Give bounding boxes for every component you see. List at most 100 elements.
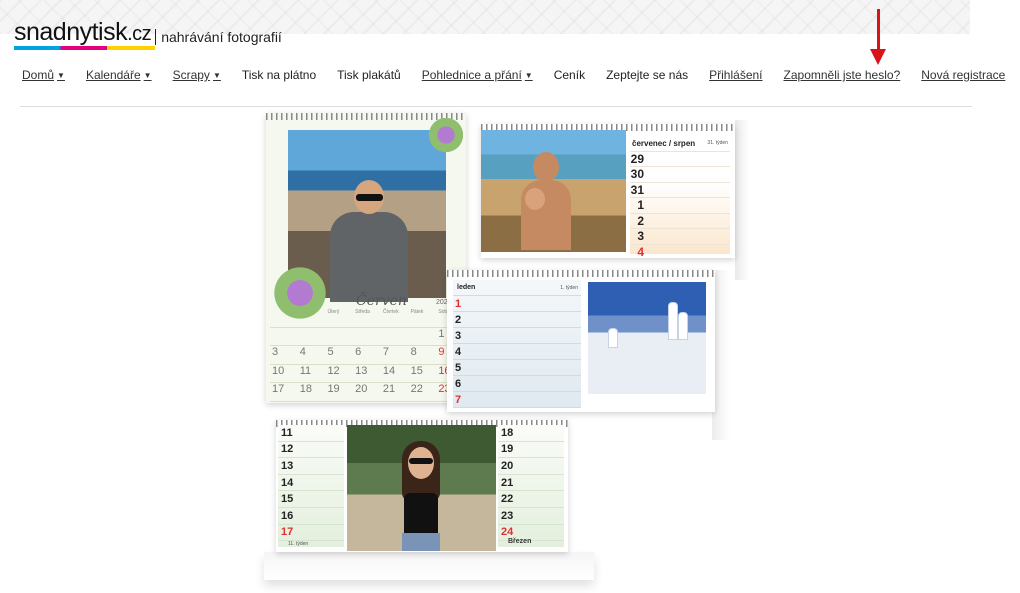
nav-zeptejte-se[interactable]: Zeptejte se nás bbox=[606, 68, 688, 82]
month-title: Červen bbox=[356, 293, 407, 309]
day-cell: 22 bbox=[410, 383, 423, 395]
month-title: Březen bbox=[508, 538, 532, 545]
day-cell: 20 bbox=[355, 383, 368, 395]
chevron-down-icon: ▼ bbox=[212, 71, 221, 80]
day-cell: 13 bbox=[355, 364, 368, 377]
day-number: 19 bbox=[501, 443, 514, 456]
day-cell: 26 bbox=[325, 402, 353, 404]
nav-tisk-na-platno[interactable]: Tisk na plátno bbox=[242, 68, 316, 82]
calendar-stand bbox=[264, 552, 594, 580]
weekday-label bbox=[270, 309, 298, 327]
chevron-down-icon: ▼ bbox=[143, 71, 152, 80]
day-cell bbox=[409, 328, 437, 346]
week-row: 3456789 bbox=[270, 346, 464, 365]
day-cell: 28 bbox=[381, 402, 409, 404]
day-cell: 6 bbox=[355, 346, 362, 358]
nav-cenik[interactable]: Ceník bbox=[554, 68, 585, 82]
calendar-june-image: Červen 20 2 4 Úterý Středa Čtvrtek Pátek S… bbox=[266, 113, 466, 403]
weekday-label: Středa bbox=[355, 309, 370, 315]
day-number: 2 bbox=[637, 213, 644, 228]
main-navigation: Domů ▼ Kalendáře ▼ Scrapy ▼ Tisk na plátno … bbox=[22, 67, 1020, 83]
day-number: 16 bbox=[281, 509, 294, 522]
day-cell bbox=[325, 328, 353, 346]
day-cell bbox=[270, 328, 298, 346]
calendar-march-image: 11 12 13 14 15 16 17 11. týden 18 19 20 … bbox=[276, 420, 568, 552]
day-number: 7 bbox=[455, 393, 462, 406]
nav-domu[interactable]: Domů ▼ bbox=[22, 68, 65, 82]
day-cell: 14 bbox=[382, 364, 396, 377]
day-cell: 3 bbox=[272, 346, 279, 358]
snow-tree-shape bbox=[608, 328, 618, 348]
day-number: 17 bbox=[281, 526, 294, 539]
photo-mother-and-child-by-sea bbox=[481, 130, 626, 252]
day-number: 11 bbox=[281, 426, 293, 439]
day-number: 12 bbox=[281, 443, 294, 456]
day-cell bbox=[381, 328, 409, 346]
nav-nova-registrace[interactable]: Nová registrace bbox=[921, 68, 1005, 82]
week-row: 17 18 19 20 21 22 23 bbox=[270, 383, 464, 402]
day-number: 3 bbox=[455, 329, 462, 342]
month-title: leden bbox=[457, 284, 476, 291]
day-number: 18 bbox=[501, 426, 514, 439]
day-number: 24 bbox=[501, 526, 514, 539]
chevron-down-icon: ▼ bbox=[524, 71, 533, 80]
day-cell: 8 bbox=[410, 346, 417, 358]
weekday-label: Čtvrtek bbox=[382, 309, 399, 315]
day-number: 20 bbox=[501, 459, 514, 472]
day-cell: 10 bbox=[272, 364, 285, 377]
red-arrow-shaft bbox=[877, 9, 880, 51]
week-day-list: červenec / srpen 31. týden 29 30 31 1 2 … bbox=[630, 136, 730, 258]
person-shape bbox=[404, 493, 438, 535]
chevron-down-icon: ▼ bbox=[57, 71, 65, 80]
day-cell: 27 bbox=[353, 402, 381, 404]
week-day-list: leden 1. týden 1 2 3 4 5 6 7 bbox=[453, 280, 581, 408]
day-number: 30 bbox=[630, 167, 644, 182]
day-number: 1 bbox=[455, 297, 462, 310]
calendar-january-image: leden 1. týden 1 2 3 4 5 6 7 bbox=[447, 270, 715, 412]
day-cell: 4 bbox=[299, 346, 306, 358]
week-day-list-right: 18 19 20 21 22 23 24 bbox=[498, 425, 564, 547]
photo-snowy-landscape bbox=[588, 282, 706, 394]
day-number: 2 bbox=[455, 313, 462, 326]
day-number: 31 bbox=[630, 182, 644, 197]
photo-girl-in-forest bbox=[347, 425, 496, 551]
day-number: 1 bbox=[637, 198, 644, 213]
person-shape bbox=[402, 533, 440, 551]
day-cell: 18 bbox=[299, 383, 312, 395]
calendar-july-august-image: červenec / srpen 31. týden 29 30 31 1 2 … bbox=[481, 124, 735, 258]
site-logo[interactable]: snadnytisk.cz nahrávání fotografií bbox=[14, 20, 282, 50]
red-arrow-icon bbox=[870, 49, 886, 65]
nav-kalendare[interactable]: Kalendáře ▼ bbox=[86, 68, 152, 82]
snow-tree-shape bbox=[668, 302, 678, 340]
day-number: 3 bbox=[637, 229, 644, 244]
weekday-header-row: Úterý Středa Čtvrtek Pátek Sobota bbox=[270, 309, 464, 328]
week-number: 11. týden bbox=[288, 541, 309, 548]
week-day-list-left: 11 12 13 14 15 16 17 11. týden bbox=[278, 425, 344, 547]
nav-zapomneli-heslo[interactable]: Zapomněli jste heslo? bbox=[784, 68, 901, 82]
day-cell: 29 bbox=[409, 402, 437, 404]
nav-scrapy[interactable]: Scrapy ▼ bbox=[173, 68, 221, 82]
nav-tisk-plakatu[interactable]: Tisk plakátů bbox=[337, 68, 401, 82]
nav-prihlaseni[interactable]: Přihlášení bbox=[709, 68, 762, 82]
header-divider bbox=[20, 106, 972, 107]
day-cell: 7 bbox=[382, 346, 389, 358]
weekday-label bbox=[298, 309, 326, 327]
weekday-label: Pátek bbox=[410, 309, 424, 315]
day-number: 21 bbox=[501, 476, 514, 489]
weekday-label: Úterý bbox=[327, 309, 340, 315]
calendar-stand bbox=[735, 120, 749, 280]
day-number: 29 bbox=[630, 151, 644, 166]
month-grid: Úterý Středa Čtvrtek Pátek Sobota 1 3 4 5 6… bbox=[270, 309, 464, 403]
day-cell bbox=[298, 328, 326, 346]
nav-pohlednice[interactable]: Pohlednice a přání ▼ bbox=[422, 68, 533, 82]
day-cell: 25 bbox=[298, 402, 326, 404]
day-cell: 5 bbox=[327, 346, 334, 358]
day-number: 4 bbox=[455, 345, 462, 358]
snow-tree-shape bbox=[678, 312, 688, 340]
day-number: 4 bbox=[637, 244, 644, 258]
day-number: 14 bbox=[281, 476, 294, 489]
day-cell: 21 bbox=[382, 383, 396, 395]
day-number: 6 bbox=[455, 377, 462, 390]
week-row: 24252627282930 bbox=[270, 402, 464, 404]
day-cell: 19 bbox=[327, 383, 340, 395]
